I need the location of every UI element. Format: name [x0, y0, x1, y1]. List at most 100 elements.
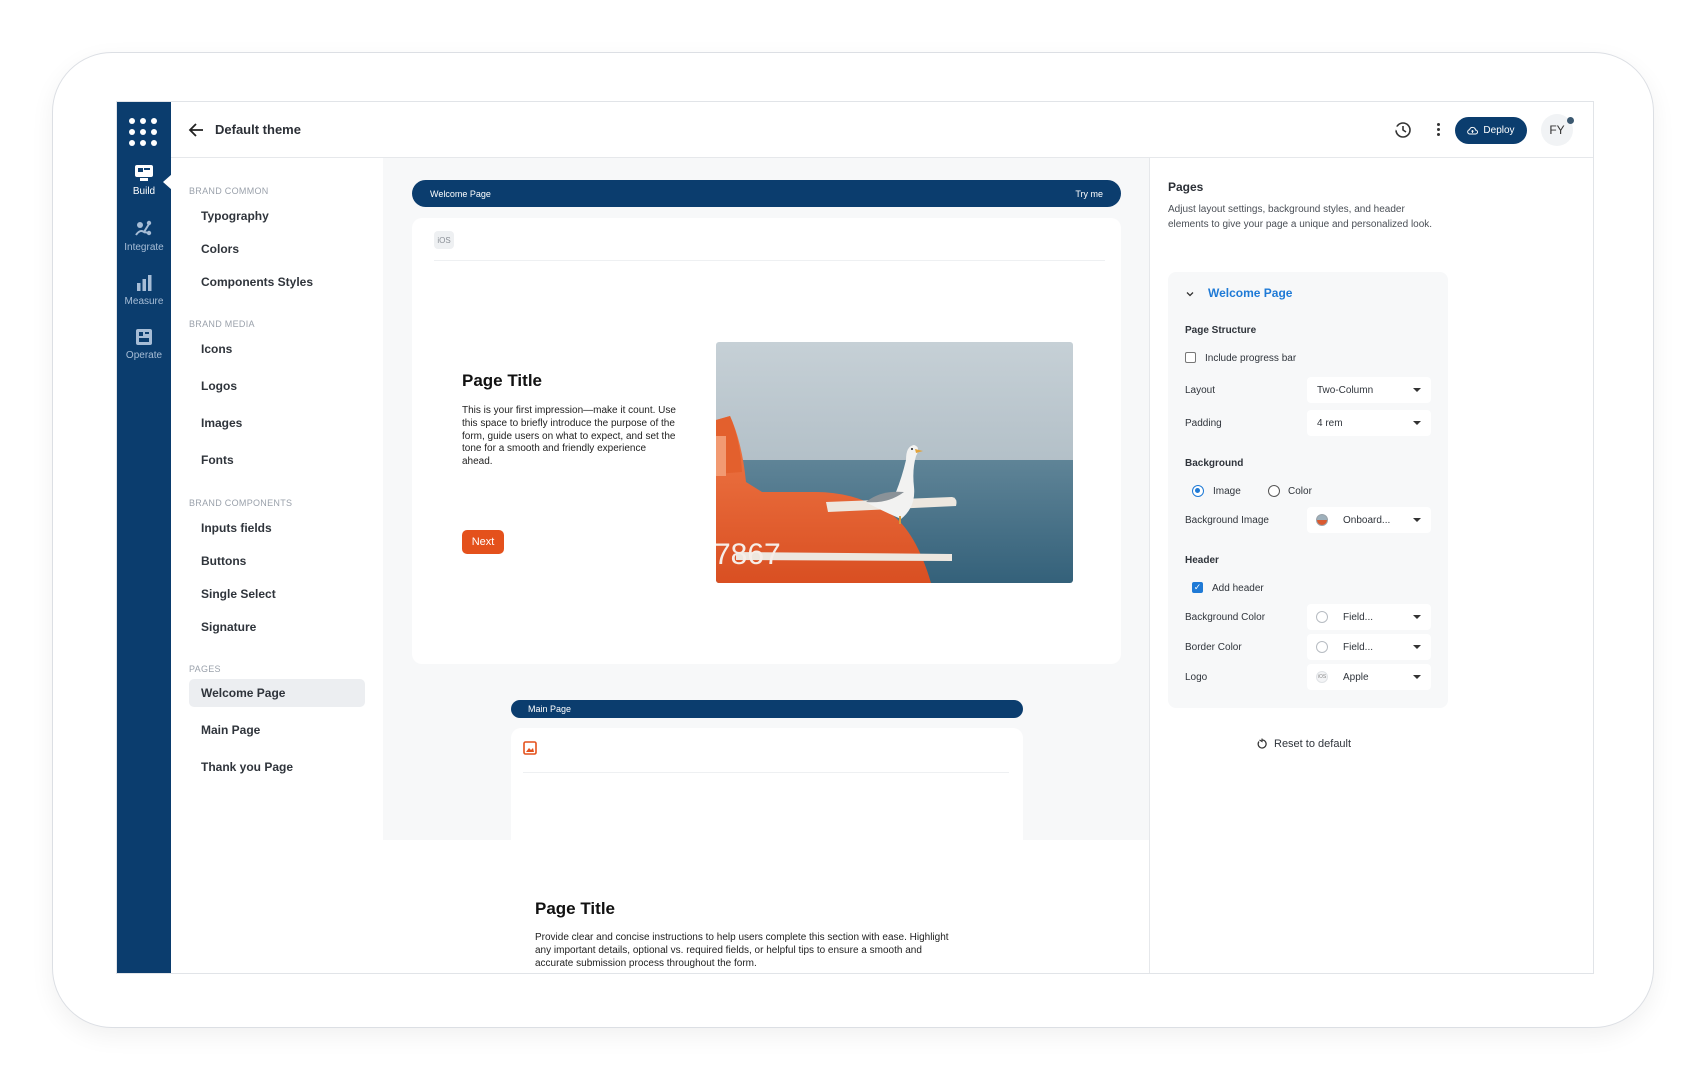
welcome-page-settings: Welcome Page Page Structure Include prog… [1168, 272, 1448, 708]
section-label-pages: PAGES [189, 664, 221, 674]
hull-number: 7867 [716, 538, 781, 571]
background-image-option: Image [1213, 486, 1241, 497]
avatar[interactable]: FY [1541, 114, 1574, 146]
seagull-boat-image: 7867 [716, 342, 1073, 583]
nav-item-typography[interactable]: Typography [189, 202, 365, 230]
layout-label: Layout [1185, 385, 1216, 396]
logo-badge: iOS [1316, 671, 1328, 683]
padding-value: 4 rem [1317, 418, 1343, 429]
history-icon[interactable] [1393, 120, 1413, 140]
caret-down-icon [1413, 421, 1421, 425]
build-icon [135, 165, 153, 181]
progress-bar-checkbox[interactable] [1185, 352, 1196, 363]
nav-item-components-styles[interactable]: Components Styles [189, 268, 365, 296]
deploy-label: Deploy [1483, 125, 1515, 136]
panel-description: Adjust layout settings, background style… [1168, 204, 1433, 230]
deploy-button[interactable]: Deploy [1455, 117, 1527, 144]
rail-label-integrate: Integrate [124, 242, 164, 253]
settings-panel: Pages Adjust layout settings, background… [1149, 158, 1593, 973]
caret-down-icon [1413, 645, 1421, 649]
welcome-page-bar: Welcome Page Try me [412, 180, 1121, 207]
border-color-label: Border Color [1185, 642, 1242, 653]
background-image-label: Background Image [1185, 515, 1269, 526]
caret-down-icon [1413, 518, 1421, 522]
preview-description: This is your first impression—make it co… [462, 405, 676, 468]
background-color-radio[interactable] [1268, 485, 1280, 497]
divider [434, 260, 1105, 261]
rail-item-integrate[interactable]: Integrate [117, 220, 171, 253]
padding-select[interactable]: 4 rem [1307, 410, 1431, 436]
app-rail: Build Integrate Measure Operate [117, 102, 172, 973]
reset-icon [1257, 738, 1267, 749]
layout-select[interactable]: Two-Column [1307, 377, 1431, 403]
preview-page-title: Page Title [462, 371, 542, 390]
border-color-select[interactable]: Field... [1307, 634, 1431, 660]
section-label-brand-common: BRAND COMMON [189, 186, 269, 196]
caret-down-icon [1413, 388, 1421, 392]
avatar-initials: FY [1549, 123, 1565, 137]
add-header-checkbox[interactable]: ✓ [1192, 582, 1203, 593]
page-structure-label: Page Structure [1185, 325, 1257, 336]
color-swatch [1316, 641, 1328, 653]
rail-label-measure: Measure [124, 296, 164, 307]
nav-item-buttons[interactable]: Buttons [189, 547, 365, 575]
measure-icon [137, 275, 152, 291]
caret-down-icon [1413, 615, 1421, 619]
integrate-icon [135, 220, 152, 236]
caret-down-icon [1413, 675, 1421, 679]
rail-item-build[interactable]: Build [117, 164, 172, 197]
panel-title: Pages [1168, 180, 1204, 194]
border-color-value: Field... [1343, 642, 1374, 653]
nav-item-icons[interactable]: Icons [189, 335, 365, 363]
main-preview-description: Provide clear and concise instructions t… [535, 932, 949, 969]
nav-item-inputs-fields[interactable]: Inputs fields [189, 514, 365, 542]
page-title: Default theme [215, 122, 301, 137]
top-bar: Default theme Deploy FY [171, 102, 1593, 158]
logo-value: Apple [1343, 672, 1369, 683]
background-image-value: Onboard... [1343, 515, 1391, 526]
nav-item-fonts[interactable]: Fonts [189, 446, 365, 474]
back-arrow-icon[interactable] [187, 120, 207, 140]
add-header-label: Add header [1212, 583, 1264, 594]
welcome-page-preview: iOS Page Title This is your first impres… [412, 218, 1121, 664]
cloud-upload-icon [1467, 126, 1479, 135]
image-thumbnail [1316, 514, 1328, 526]
section-title[interactable]: Welcome Page [1208, 286, 1292, 300]
try-me-link[interactable]: Try me [1075, 189, 1103, 199]
nav-item-main-page[interactable]: Main Page [189, 716, 365, 744]
rail-item-measure[interactable]: Measure [117, 274, 171, 307]
nav-item-images[interactable]: Images [189, 409, 365, 437]
main-page-bar: Main Page [511, 700, 1023, 718]
logo-select[interactable]: iOS Apple [1307, 664, 1431, 690]
rail-item-operate[interactable]: Operate [117, 328, 171, 361]
main-page-preview [511, 728, 1023, 840]
main-bar-label: Main Page [528, 704, 572, 714]
padding-label: Padding [1185, 418, 1222, 429]
chevron-down-icon[interactable] [1185, 289, 1195, 299]
more-menu-icon[interactable] [1435, 121, 1441, 139]
app-window: Build Integrate Measure Operate Default … [116, 101, 1594, 974]
nav-item-logos[interactable]: Logos [189, 372, 365, 400]
nav-item-single-select[interactable]: Single Select [189, 580, 365, 608]
background-label: Background [1185, 458, 1244, 469]
operate-icon [136, 329, 152, 345]
header-bg-color-label: Background Color [1185, 612, 1266, 623]
logo-label: Logo [1185, 672, 1208, 683]
rail-label-build: Build [132, 186, 156, 197]
header-bg-color-select[interactable]: Field... [1307, 604, 1431, 630]
theme-nav: BRAND COMMON Typography Colors Component… [171, 158, 383, 973]
apps-grid-icon[interactable] [129, 118, 159, 148]
nav-item-welcome-page[interactable]: Welcome Page [189, 679, 365, 707]
status-dot [1567, 117, 1574, 124]
background-image-radio[interactable] [1192, 485, 1204, 497]
reset-to-default-button[interactable]: Reset to default [1256, 738, 1351, 750]
background-image-select[interactable]: Onboard... [1307, 507, 1431, 533]
preview-canvas: Welcome Page Try me iOS Page Title This … [383, 158, 1149, 840]
next-button[interactable]: Next [462, 530, 504, 554]
color-swatch [1316, 611, 1328, 623]
image-placeholder-icon [523, 741, 537, 755]
nav-item-colors[interactable]: Colors [189, 235, 365, 263]
nav-item-thank-you-page[interactable]: Thank you Page [189, 753, 365, 781]
nav-item-signature[interactable]: Signature [189, 613, 365, 641]
platform-badge: iOS [434, 231, 454, 249]
